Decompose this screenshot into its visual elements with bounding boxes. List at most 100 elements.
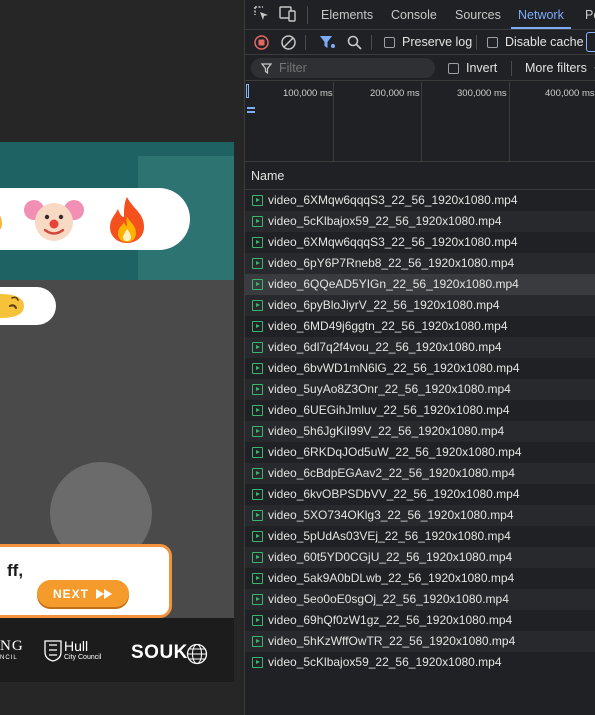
request-name: video_6UEGihJmluv_22_56_1920x1080.mp4 (268, 403, 510, 417)
media-file-icon (252, 426, 263, 437)
media-file-icon (252, 279, 263, 290)
request-row[interactable]: video_6XMqw6qqqS3_22_56_1920x1080.mp4 (245, 232, 595, 253)
partial-logo-subtext: NCIL (0, 655, 18, 661)
media-file-icon (252, 384, 263, 395)
timeline-request-bar (247, 111, 255, 113)
devtools-panel: Elements Console Sources Network Pe Pres… (244, 0, 595, 715)
request-row[interactable]: video_6pyBloJiyrV_22_56_1920x1080.mp4 (245, 295, 595, 316)
request-row[interactable]: video_5cKlbajox59_22_56_1920x1080.mp4 (245, 652, 595, 673)
timeline-gridline (333, 82, 334, 161)
hull-logo-subtext: City Council (64, 654, 102, 661)
request-name: video_6XMqw6qqqS3_22_56_1920x1080.mp4 (268, 235, 518, 249)
more-filters-dropdown[interactable]: More filters ▾ (525, 61, 595, 75)
request-row[interactable]: video_5cKlbajox59_22_56_1920x1080.mp4 (245, 211, 595, 232)
media-file-icon (252, 258, 263, 269)
request-row[interactable]: video_5pUdAs03VEj_22_56_1920x1080.mp4 (245, 526, 595, 547)
timeline-gridline (509, 82, 510, 161)
request-name: video_5pUdAs03VEj_22_56_1920x1080.mp4 (268, 529, 511, 543)
clear-icon[interactable] (281, 35, 296, 50)
request-name: video_6dl7q2f4vou_22_56_1920x1080.mp4 (268, 340, 502, 354)
media-file-icon (252, 321, 263, 332)
tab-performance[interactable]: Pe (585, 0, 595, 29)
search-icon[interactable] (347, 35, 362, 50)
media-file-icon (252, 594, 263, 605)
device-toolbar-icon[interactable] (279, 5, 297, 23)
next-button[interactable]: NEXT (37, 580, 129, 607)
globe-icon (186, 643, 208, 665)
toolbar-separator (371, 35, 372, 50)
game-stage: ff, NEXT NG NCIL Hull City Council SOUK (0, 142, 234, 682)
request-name: video_5cKlbajox59_22_56_1920x1080.mp4 (268, 214, 502, 228)
tab-elements[interactable]: Elements (321, 0, 373, 29)
request-name: video_5h6JgKiI99V_22_56_1920x1080.mp4 (268, 424, 505, 438)
throttling-dropdown[interactable] (586, 32, 595, 52)
request-row[interactable]: video_5eo0oE0sgOj_22_56_1920x1080.mp4 (245, 589, 595, 610)
request-name: video_6MD49j6ggtn_22_56_1920x1080.mp4 (268, 319, 508, 333)
partial-emoji-icon[interactable] (0, 202, 6, 236)
request-row[interactable]: video_69hQf0zW1gz_22_56_1920x1080.mp4 (245, 610, 595, 631)
request-row[interactable]: video_6pY6P7Rneb8_22_56_1920x1080.mp4 (245, 253, 595, 274)
timeline-tick-label: 100,000 ms (283, 88, 333, 99)
timeline-gridline (421, 82, 422, 161)
invert-label: Invert (466, 61, 498, 75)
request-name: video_5cKlbajox59_22_56_1920x1080.mp4 (268, 655, 502, 669)
timeline-overview[interactable]: 100,000 ms 200,000 ms 300,000 ms 400,000… (245, 82, 595, 162)
web-page-viewport: ff, NEXT NG NCIL Hull City Council SOUK (0, 0, 244, 715)
request-row[interactable]: video_5uyAo8Z3Onr_22_56_1920x1080.mp4 (245, 379, 595, 400)
filter-funnel-icon[interactable] (319, 35, 336, 50)
request-name: video_6XMqw6qqqS3_22_56_1920x1080.mp4 (268, 193, 518, 207)
request-name: video_5hKzWffOwTR_22_56_1920x1080.mp4 (268, 634, 516, 648)
thinking-emoji-icon[interactable] (0, 292, 30, 320)
timeline-handle-left[interactable] (246, 84, 249, 98)
request-name: video_69hQf0zW1gz_22_56_1920x1080.mp4 (268, 613, 513, 627)
filter-input[interactable] (251, 58, 435, 78)
preserve-log-label: Preserve log (402, 35, 473, 49)
media-file-icon (252, 573, 263, 584)
request-row[interactable]: video_6cBdpEGAav2_22_56_1920x1080.mp4 (245, 463, 595, 484)
request-name: video_5ak9A0bDLwb_22_56_1920x1080.mp4 (268, 571, 515, 585)
request-row[interactable]: video_6MD49j6ggtn_22_56_1920x1080.mp4 (245, 316, 595, 337)
stop-recording-icon[interactable] (254, 35, 269, 50)
media-file-icon (252, 468, 263, 479)
tab-console[interactable]: Console (391, 0, 437, 29)
request-row[interactable]: video_6bvWD1mN6lG_22_56_1920x1080.mp4 (245, 358, 595, 379)
disable-cache-checkbox[interactable] (487, 37, 498, 48)
more-filters-label: More filters (525, 61, 587, 75)
clown-emoji-icon[interactable] (24, 196, 84, 244)
media-file-icon (252, 405, 263, 416)
request-name: video_60t5YD0CGjU_22_56_1920x1080.mp4 (268, 550, 513, 564)
media-file-icon (252, 363, 263, 374)
preserve-log-checkbox[interactable] (384, 37, 395, 48)
question-card: ff, NEXT (0, 544, 172, 618)
hull-crest-icon (44, 640, 62, 662)
request-row[interactable]: video_5ak9A0bDLwb_22_56_1920x1080.mp4 (245, 568, 595, 589)
media-file-icon (252, 237, 263, 248)
partial-logo-text: NG (0, 638, 24, 654)
partial-council-logo: NG NCIL (0, 638, 24, 661)
request-row[interactable]: video_60t5YD0CGjU_22_56_1920x1080.mp4 (245, 547, 595, 568)
tab-network[interactable]: Network (511, 0, 571, 29)
request-row[interactable]: video_5h6JgKiI99V_22_56_1920x1080.mp4 (245, 421, 595, 442)
toolbar-separator (305, 35, 306, 50)
tab-sources[interactable]: Sources (455, 0, 501, 29)
media-file-icon (252, 489, 263, 500)
media-file-icon (252, 531, 263, 542)
request-row[interactable]: video_5XO734OKlg3_22_56_1920x1080.mp4 (245, 505, 595, 526)
request-name: video_6QQeAD5YIGn_22_56_1920x1080.mp4 (268, 277, 519, 291)
timeline-tick-label: 200,000 ms (370, 88, 420, 99)
request-row[interactable]: video_6QQeAD5YIGn_22_56_1920x1080.mp4 (245, 274, 595, 295)
media-file-icon (252, 615, 263, 626)
fire-emoji-icon[interactable] (106, 195, 148, 245)
name-column-header[interactable]: Name (245, 163, 595, 190)
request-row[interactable]: video_6RKDqJOd5uW_22_56_1920x1080.mp4 (245, 442, 595, 463)
request-row[interactable]: video_6dl7q2f4vou_22_56_1920x1080.mp4 (245, 337, 595, 358)
inspect-element-icon[interactable] (253, 5, 271, 23)
request-row[interactable]: video_6kvOBPSDbVV_22_56_1920x1080.mp4 (245, 484, 595, 505)
request-row[interactable]: video_6XMqw6qqqS3_22_56_1920x1080.mp4 (245, 190, 595, 211)
toolbar-separator (476, 35, 477, 50)
next-button-label: NEXT (52, 586, 89, 601)
request-row[interactable]: video_5hKzWffOwTR_22_56_1920x1080.mp4 (245, 631, 595, 652)
invert-checkbox[interactable] (448, 63, 459, 74)
request-row[interactable]: video_6UEGihJmluv_22_56_1920x1080.mp4 (245, 400, 595, 421)
filterbar-separator (511, 61, 512, 76)
